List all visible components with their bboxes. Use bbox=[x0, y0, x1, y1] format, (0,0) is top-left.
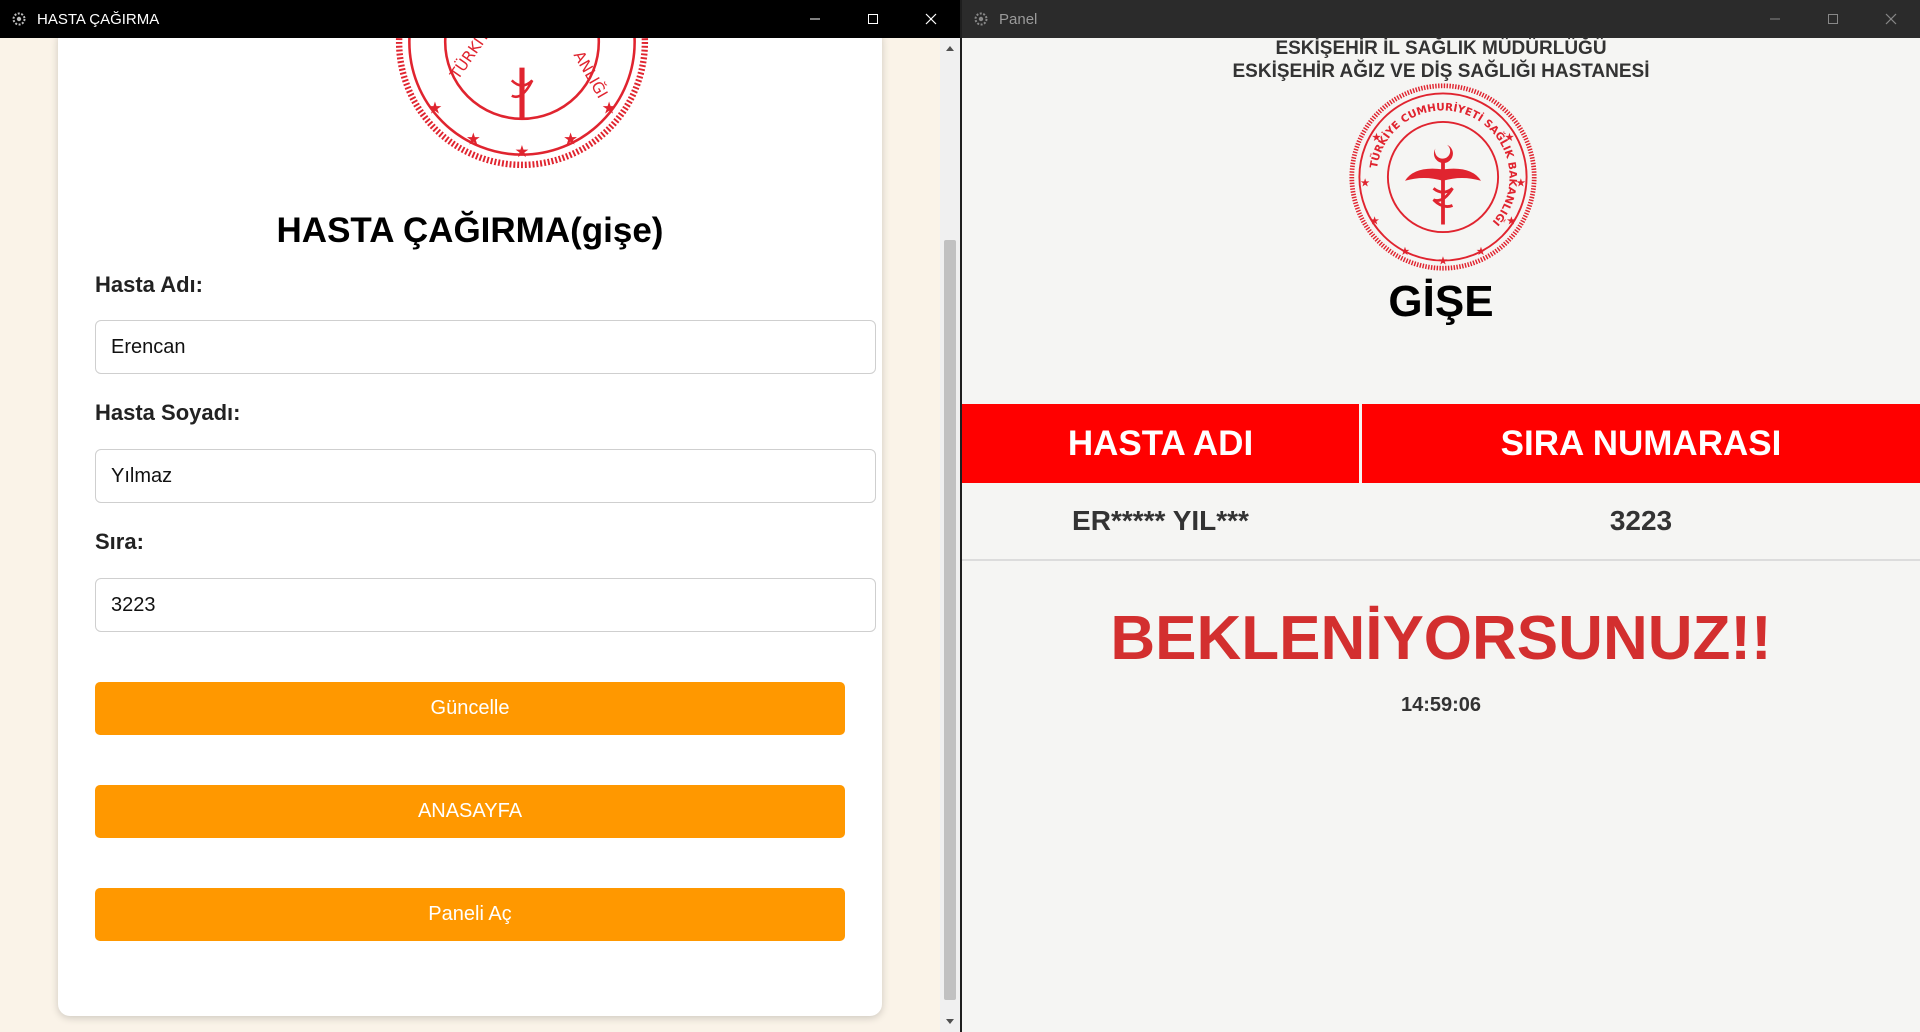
home-button[interactable]: ANASAYFA bbox=[95, 785, 845, 838]
hasta-cagirma-window: HASTA ÇAĞIRMA ★ ★ ★ ★ ★ TÜRKİYE ANLIĞI H… bbox=[0, 0, 960, 1032]
vertical-scrollbar[interactable] bbox=[940, 38, 960, 1032]
svg-text:★: ★ bbox=[1438, 253, 1448, 267]
surname-label: Hasta Soyadı: bbox=[95, 400, 241, 425]
patient-name-cell: ER***** YIL*** bbox=[1072, 505, 1249, 536]
svg-text:★: ★ bbox=[1360, 176, 1370, 190]
queue-number-cell: 3223 bbox=[1609, 505, 1673, 536]
close-button[interactable] bbox=[902, 0, 960, 38]
svg-text:★: ★ bbox=[563, 129, 578, 148]
table-header-row: HASTA ADI SIRA NUMARASI bbox=[962, 404, 1920, 483]
close-icon bbox=[925, 13, 937, 25]
svg-text:★: ★ bbox=[1400, 244, 1410, 258]
minimize-icon bbox=[1770, 18, 1780, 20]
app-gear-icon bbox=[11, 11, 27, 27]
name-label: Hasta Adı: bbox=[95, 272, 203, 297]
minimize-button[interactable] bbox=[786, 0, 844, 38]
close-icon bbox=[1885, 13, 1897, 25]
maximize-button[interactable] bbox=[1804, 0, 1862, 38]
svg-text:★: ★ bbox=[1506, 214, 1516, 228]
status-message: BEKLENİYORSUNUZ!! bbox=[1110, 604, 1772, 673]
column-header-queue-number: SIRA NUMARASI bbox=[1362, 404, 1920, 483]
svg-text:★: ★ bbox=[1504, 130, 1514, 144]
close-button[interactable] bbox=[1862, 0, 1920, 38]
queue-table: HASTA ADI SIRA NUMARASI ER***** YIL*** 3… bbox=[962, 404, 1920, 561]
directorate-heading: ESKİŞEHİR İL SAĞLIK MÜDÜRLÜĞÜ bbox=[1275, 38, 1607, 59]
svg-text:★: ★ bbox=[1371, 130, 1381, 144]
health-ministry-seal-icon: ★ ★ ★ ★ ★ TÜRKİYE ANLIĞI bbox=[394, 38, 650, 175]
panel-page: ESKİŞEHİR İL SAĞLIK MÜDÜRLÜĞÜ ESKİŞEHİR … bbox=[962, 38, 1920, 1032]
svg-text:★: ★ bbox=[428, 99, 443, 118]
form-page: ★ ★ ★ ★ ★ TÜRKİYE ANLIĞI HASTA ÇAĞIRMA(g… bbox=[0, 38, 940, 1032]
window-title: Panel bbox=[999, 10, 1038, 28]
health-ministry-seal-icon: TÜRKİYE CUMHURİYETİ SAĞLIK BAKANLIĞI ★ ★… bbox=[1348, 82, 1538, 277]
table-row: ER***** YIL*** 3223 bbox=[962, 483, 1920, 561]
panel-window: Panel ESKİŞEHİR İL SAĞLIK MÜDÜRLÜĞÜ ESKİ… bbox=[962, 0, 1920, 1032]
column-header-name: HASTA ADI bbox=[962, 404, 1359, 483]
window-title: HASTA ÇAĞIRMA bbox=[37, 10, 160, 28]
svg-text:★: ★ bbox=[515, 142, 530, 161]
svg-text:★: ★ bbox=[1476, 244, 1486, 258]
svg-text:TÜRKİYE: TÜRKİYE bbox=[445, 38, 498, 84]
queue-number-input[interactable] bbox=[95, 578, 876, 632]
scrollbar-thumb[interactable] bbox=[944, 240, 956, 1000]
svg-text:ANLIĞI: ANLIĞI bbox=[570, 47, 612, 101]
svg-text:★: ★ bbox=[466, 129, 481, 148]
maximize-button[interactable] bbox=[844, 0, 902, 38]
maximize-icon bbox=[1828, 14, 1838, 24]
open-panel-button[interactable]: Paneli Aç bbox=[95, 888, 845, 941]
form-card: ★ ★ ★ ★ ★ TÜRKİYE ANLIĞI HASTA ÇAĞIRMA(g… bbox=[58, 38, 882, 1016]
name-input[interactable] bbox=[95, 320, 876, 374]
page-title: HASTA ÇAĞIRMA(gişe) bbox=[276, 211, 664, 250]
minimize-icon bbox=[810, 18, 820, 20]
title-bar[interactable]: HASTA ÇAĞIRMA bbox=[0, 0, 960, 38]
app-gear-icon bbox=[973, 11, 989, 27]
svg-text:★: ★ bbox=[1516, 176, 1526, 190]
desk-title: GİŞE bbox=[1388, 277, 1494, 326]
queue-label: Sıra: bbox=[95, 529, 144, 554]
minimize-button[interactable] bbox=[1746, 0, 1804, 38]
update-button[interactable]: Güncelle bbox=[95, 682, 845, 735]
svg-text:★: ★ bbox=[1369, 214, 1379, 228]
title-bar[interactable]: Panel bbox=[962, 0, 1920, 38]
scroll-up-icon[interactable] bbox=[940, 38, 960, 58]
maximize-icon bbox=[868, 14, 878, 24]
hospital-heading: ESKİŞEHİR AĞIZ VE DİŞ SAĞLIĞI HASTANESİ bbox=[1232, 61, 1650, 82]
svg-text:★: ★ bbox=[602, 99, 617, 118]
clock-display: 14:59:06 bbox=[1400, 694, 1482, 716]
scroll-down-icon[interactable] bbox=[940, 1012, 960, 1032]
surname-input[interactable] bbox=[95, 449, 876, 503]
